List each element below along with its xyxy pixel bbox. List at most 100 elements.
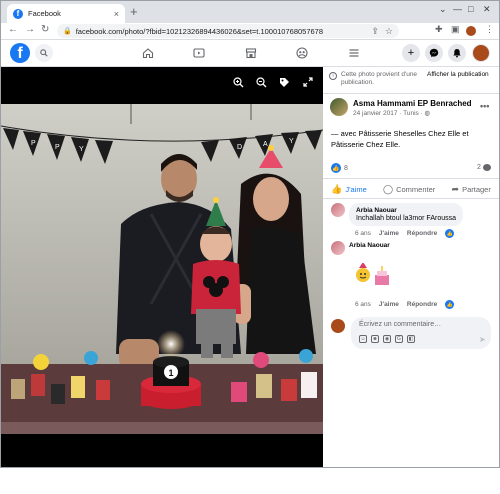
- tab-title: Facebook: [28, 9, 61, 18]
- photo-image: P P Y D A Y 1: [1, 104, 323, 434]
- author-name[interactable]: Asma Hammami EP Benrached: [353, 99, 472, 108]
- zoom-out-icon[interactable]: [256, 77, 267, 91]
- comment-time[interactable]: 6 ans: [355, 230, 371, 237]
- comment-button[interactable]: ◯ Commenter: [383, 184, 435, 195]
- like-button[interactable]: 👍 J'aime: [331, 184, 367, 195]
- notice-text: Cette photo provient d'une publication.: [341, 71, 418, 86]
- comment-count[interactable]: 2: [477, 164, 491, 171]
- bookmark-star-icon[interactable]: ☆: [385, 26, 393, 37]
- commenter-avatar[interactable]: [331, 241, 345, 255]
- comment-time[interactable]: 6 ans: [355, 301, 371, 308]
- marketplace-icon[interactable]: [244, 46, 258, 60]
- notifications-button[interactable]: [448, 44, 466, 62]
- tag-icon[interactable]: [279, 77, 290, 91]
- post-date[interactable]: 24 janvier 2017 · Tunis ·: [353, 110, 425, 117]
- plus-icon: +: [407, 47, 415, 59]
- share-button[interactable]: ➦ Partager: [452, 184, 491, 195]
- comment-item: Arbia Naouar: [331, 241, 390, 255]
- photo-source-notice: i Cette photo provient d'une publication…: [329, 71, 495, 87]
- browser-menu-icon[interactable]: ⋮: [485, 24, 494, 35]
- comment-like-button[interactable]: J'aime: [379, 301, 399, 308]
- share-icon: ➦: [451, 183, 460, 194]
- share-label: Partager: [462, 184, 491, 194]
- browser-window: f Facebook × + ⌄ — □ ✕ ← → ↻ 🔒 facebook.…: [0, 0, 500, 468]
- post-meta: 24 janvier 2017 · Tunis · ◍: [353, 109, 430, 117]
- comment-count-number: 2: [477, 164, 481, 171]
- groups-icon[interactable]: [295, 46, 309, 60]
- comment-label: Commenter: [396, 184, 436, 194]
- minimize-button[interactable]: —: [453, 4, 462, 14]
- more-options-icon[interactable]: •••: [480, 101, 489, 111]
- gif-icon[interactable]: G: [395, 335, 403, 343]
- new-tab-button[interactable]: +: [130, 5, 138, 19]
- send-icon[interactable]: ➤: [479, 335, 486, 344]
- comment-bubble: Arbia Naouar: [349, 241, 390, 255]
- comment-like-reaction-icon: 👍: [445, 300, 455, 309]
- messenger-button[interactable]: [425, 44, 443, 62]
- browser-toolbar: ← → ↻ 🔒 facebook.com/photo/?fbid=1021232…: [1, 23, 499, 40]
- tab-facebook[interactable]: f Facebook ×: [7, 4, 125, 23]
- comment-reply-button[interactable]: Répondre: [407, 301, 437, 308]
- view-post-link[interactable]: Afficher la publication: [427, 71, 489, 78]
- comment-like-reaction-icon: 👍: [445, 229, 455, 238]
- comment-tools: ☺ ☻ ◉ G ◧: [359, 335, 419, 343]
- bell-icon: [453, 49, 461, 58]
- divider: [323, 198, 499, 199]
- extensions-icon[interactable]: ✚: [435, 24, 443, 35]
- sticker-icon[interactable]: ◧: [407, 335, 415, 343]
- like-label: J'aime: [345, 184, 367, 194]
- tab-close-icon[interactable]: ×: [114, 9, 119, 19]
- facebook-logo[interactable]: f: [10, 43, 30, 63]
- search-icon: [40, 49, 48, 57]
- thumbs-up-icon: 👍: [331, 183, 343, 194]
- url-text[interactable]: facebook.com/photo/?fbid=102123268944360…: [76, 27, 366, 36]
- account-avatar[interactable]: [472, 44, 490, 62]
- create-button[interactable]: +: [402, 44, 420, 62]
- zoom-in-icon[interactable]: [233, 77, 244, 91]
- camera-icon[interactable]: ◉: [383, 335, 391, 343]
- search-button[interactable]: [35, 44, 53, 62]
- forward-icon[interactable]: →: [25, 24, 35, 35]
- lock-icon[interactable]: 🔒: [63, 27, 72, 35]
- comment-actions: 6 ans J'aime Répondre 👍: [355, 229, 462, 238]
- messenger-icon: [429, 48, 439, 58]
- comment-like-button[interactable]: J'aime: [379, 230, 399, 237]
- home-icon[interactable]: [141, 46, 155, 60]
- reactions-summary[interactable]: 👍 8: [331, 163, 348, 173]
- comment-icon: ◯: [383, 183, 394, 194]
- comment-reply-button[interactable]: Répondre: [407, 230, 437, 237]
- share-icon[interactable]: ⇪: [371, 26, 379, 37]
- svg-text:Y: Y: [79, 146, 84, 153]
- author-avatar[interactable]: [330, 98, 348, 116]
- profile-avatar[interactable]: [466, 26, 476, 36]
- watch-icon[interactable]: [192, 46, 206, 60]
- back-icon[interactable]: ←: [8, 24, 18, 35]
- photo-viewer: P P Y D A Y 1: [1, 67, 323, 467]
- fullscreen-icon[interactable]: [303, 77, 313, 90]
- address-bar[interactable]: 🔒 facebook.com/photo/?fbid=1021232689443…: [57, 24, 399, 38]
- commenter-avatar[interactable]: [331, 203, 345, 217]
- cake-number: 1: [168, 368, 173, 378]
- menu-icon[interactable]: [347, 46, 361, 60]
- comment-input[interactable]: Écrivez un commentaire… ☺ ☻ ◉ G ◧ ➤: [351, 317, 491, 349]
- like-reaction-icon: 👍: [331, 163, 341, 173]
- close-window-button[interactable]: ✕: [483, 4, 491, 15]
- svg-text:P: P: [31, 140, 36, 147]
- emoji-icon[interactable]: ☻: [371, 335, 379, 343]
- commenter-name[interactable]: Arbia Naouar: [349, 242, 390, 249]
- sidepanel-icon[interactable]: ▣: [451, 24, 460, 35]
- svg-text:Y: Y: [289, 138, 294, 145]
- my-avatar: [331, 319, 345, 333]
- chevron-down-icon[interactable]: ⌄: [439, 4, 447, 15]
- birthday-sticker: [353, 262, 393, 289]
- avatar-sticker-icon[interactable]: ☺: [359, 335, 367, 343]
- svg-text:P: P: [55, 144, 60, 151]
- commenter-name[interactable]: Arbia Naouar: [356, 207, 456, 214]
- post-caption: — avec Pâtisserie Sheselles Chez Elle et…: [331, 129, 469, 149]
- tab-strip: f Facebook × + ⌄ — □ ✕: [1, 1, 499, 23]
- comment-item: Arbia Naouar Inchallah btoul la3mor FAro…: [331, 203, 463, 226]
- maximize-button[interactable]: □: [468, 4, 473, 14]
- reload-icon[interactable]: ↻: [41, 24, 49, 35]
- comment-actions: 6 ans J'aime Répondre 👍: [355, 300, 462, 309]
- info-icon: i: [329, 72, 337, 80]
